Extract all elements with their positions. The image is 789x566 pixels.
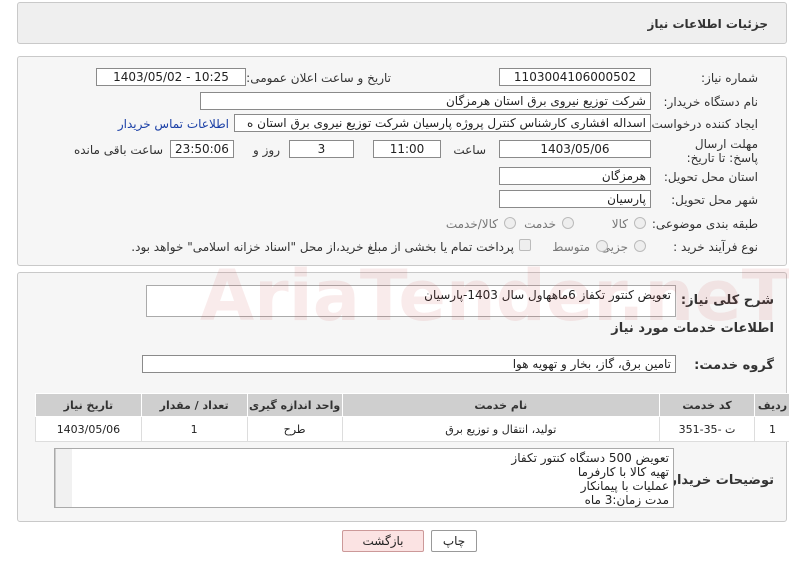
category-radio-service[interactable] <box>562 217 574 229</box>
category-radio-both[interactable] <box>504 217 516 229</box>
need-number-field: 1103004106000502 <box>499 68 651 86</box>
cell-qty: 1 <box>140 416 248 442</box>
process-option-medium: متوسط <box>552 240 590 254</box>
col-code: کد خدمت <box>658 393 756 417</box>
col-row: ردیف <box>754 393 789 417</box>
deadline-label: مهلت ارسال پاسخ: تا تاریخ: <box>686 137 758 165</box>
category-option-both: کالا/خدمت <box>445 217 498 231</box>
creator-field: اسداله افشاری کارشناس کنترل پروژه پارسیا… <box>234 114 651 132</box>
cell-name: تولید، انتقال و توزیع برق <box>341 416 660 442</box>
services-title: اطلاعات خدمات مورد نیاز <box>611 321 774 336</box>
summary-label: شرح کلی نیاز: <box>680 293 774 308</box>
buyer-notes-textarea[interactable]: تعویض 500 دستگاه کنتور تکفاز تهیه کالا ب… <box>54 448 674 508</box>
buyer-notes-label: توضیحات خریدار: <box>664 473 774 488</box>
buyer-note-line: تعویض 500 دستگاه کنتور تکفاز <box>511 451 669 465</box>
province-label: استان محل تحویل: <box>663 170 758 184</box>
buyer-field: شرکت توزیع نیروی برق استان هرمزگان <box>200 92 651 110</box>
treasury-payment-checkbox[interactable] <box>519 239 531 251</box>
notes-scrollbar[interactable] <box>55 449 72 507</box>
category-radio-goods[interactable] <box>634 217 646 229</box>
buyer-note-line: عملیات با پیمانکار <box>580 479 669 493</box>
payment-note: پرداخت تمام یا بخشی از مبلغ خرید،از محل … <box>131 240 514 254</box>
table-row: 1 ت -35-351 تولید، انتقال و توزیع برق طر… <box>35 416 789 442</box>
process-radio-minor[interactable] <box>634 240 646 252</box>
back-button[interactable]: بازگشت <box>342 530 424 552</box>
city-label: شهر محل تحویل: <box>671 193 758 207</box>
remaining-time-field: 23:50:06 <box>170 140 234 158</box>
col-date: تاریخ نیاز <box>35 393 142 417</box>
service-group-label: گروه خدمت: <box>694 358 774 373</box>
need-number-label: شماره نیاز: <box>701 71 758 85</box>
remaining-label: ساعت باقی مانده <box>73 143 163 157</box>
category-option-goods: کالا <box>611 217 628 231</box>
col-unit: واحد اندازه گیری <box>246 393 343 417</box>
buyer-note-line: تهیه کالا با کارفرما <box>577 465 669 479</box>
deadline-date-field: 1403/05/06 <box>499 140 651 158</box>
service-group-field: تامین برق، گاز، بخار و تهویه هوا <box>142 355 676 373</box>
page-header: جزئیات اطلاعات نیاز <box>17 2 787 44</box>
print-button[interactable]: چاپ <box>431 530 477 552</box>
deadline-time-field: 11:00 <box>373 140 441 158</box>
days-field: 3 <box>289 140 354 158</box>
buyer-label: نام دستگاه خریدار: <box>663 95 759 109</box>
col-name: نام خدمت <box>341 393 660 417</box>
announce-label: تاریخ و ساعت اعلان عمومی: <box>246 71 391 85</box>
cell-unit: طرح <box>246 416 343 442</box>
creator-label: ایجاد کننده درخواست: <box>647 117 758 131</box>
cell-row: 1 <box>754 416 789 442</box>
need-info-panel: شماره نیاز: 1103004106000502 تاریخ و ساع… <box>17 56 787 266</box>
days-label: روز و <box>253 143 280 157</box>
cell-code: ت -35-351 <box>658 416 756 442</box>
category-label: طبقه بندی موضوعی: <box>651 217 758 231</box>
time-label: ساعت <box>453 143 486 157</box>
city-field: پارسیان <box>499 190 651 208</box>
cell-date: 1403/05/06 <box>35 416 142 442</box>
need-description-panel: شرح کلی نیاز: تعویض کنتور تکفاز 6ماههاول… <box>17 272 789 522</box>
contact-buyer-link[interactable]: اطلاعات تماس خریدار <box>118 117 229 131</box>
process-radio-medium[interactable] <box>596 240 608 252</box>
announce-field: 1403/05/02 - 10:25 <box>96 68 246 86</box>
category-option-service: خدمت <box>524 217 556 231</box>
services-table: ردیف کد خدمت نام خدمت واحد اندازه گیری ت… <box>35 393 789 442</box>
province-field: هرمزگان <box>499 167 651 185</box>
col-qty: تعداد / مقدار <box>140 393 248 417</box>
summary-textarea: تعویض کنتور تکفاز 6ماههاول سال 1403-پارس… <box>146 285 676 317</box>
process-label: نوع فرآیند خرید : <box>673 240 758 254</box>
buyer-note-line: مدت زمان:3 ماه <box>584 493 669 507</box>
page-title: جزئیات اطلاعات نیاز <box>647 17 768 31</box>
